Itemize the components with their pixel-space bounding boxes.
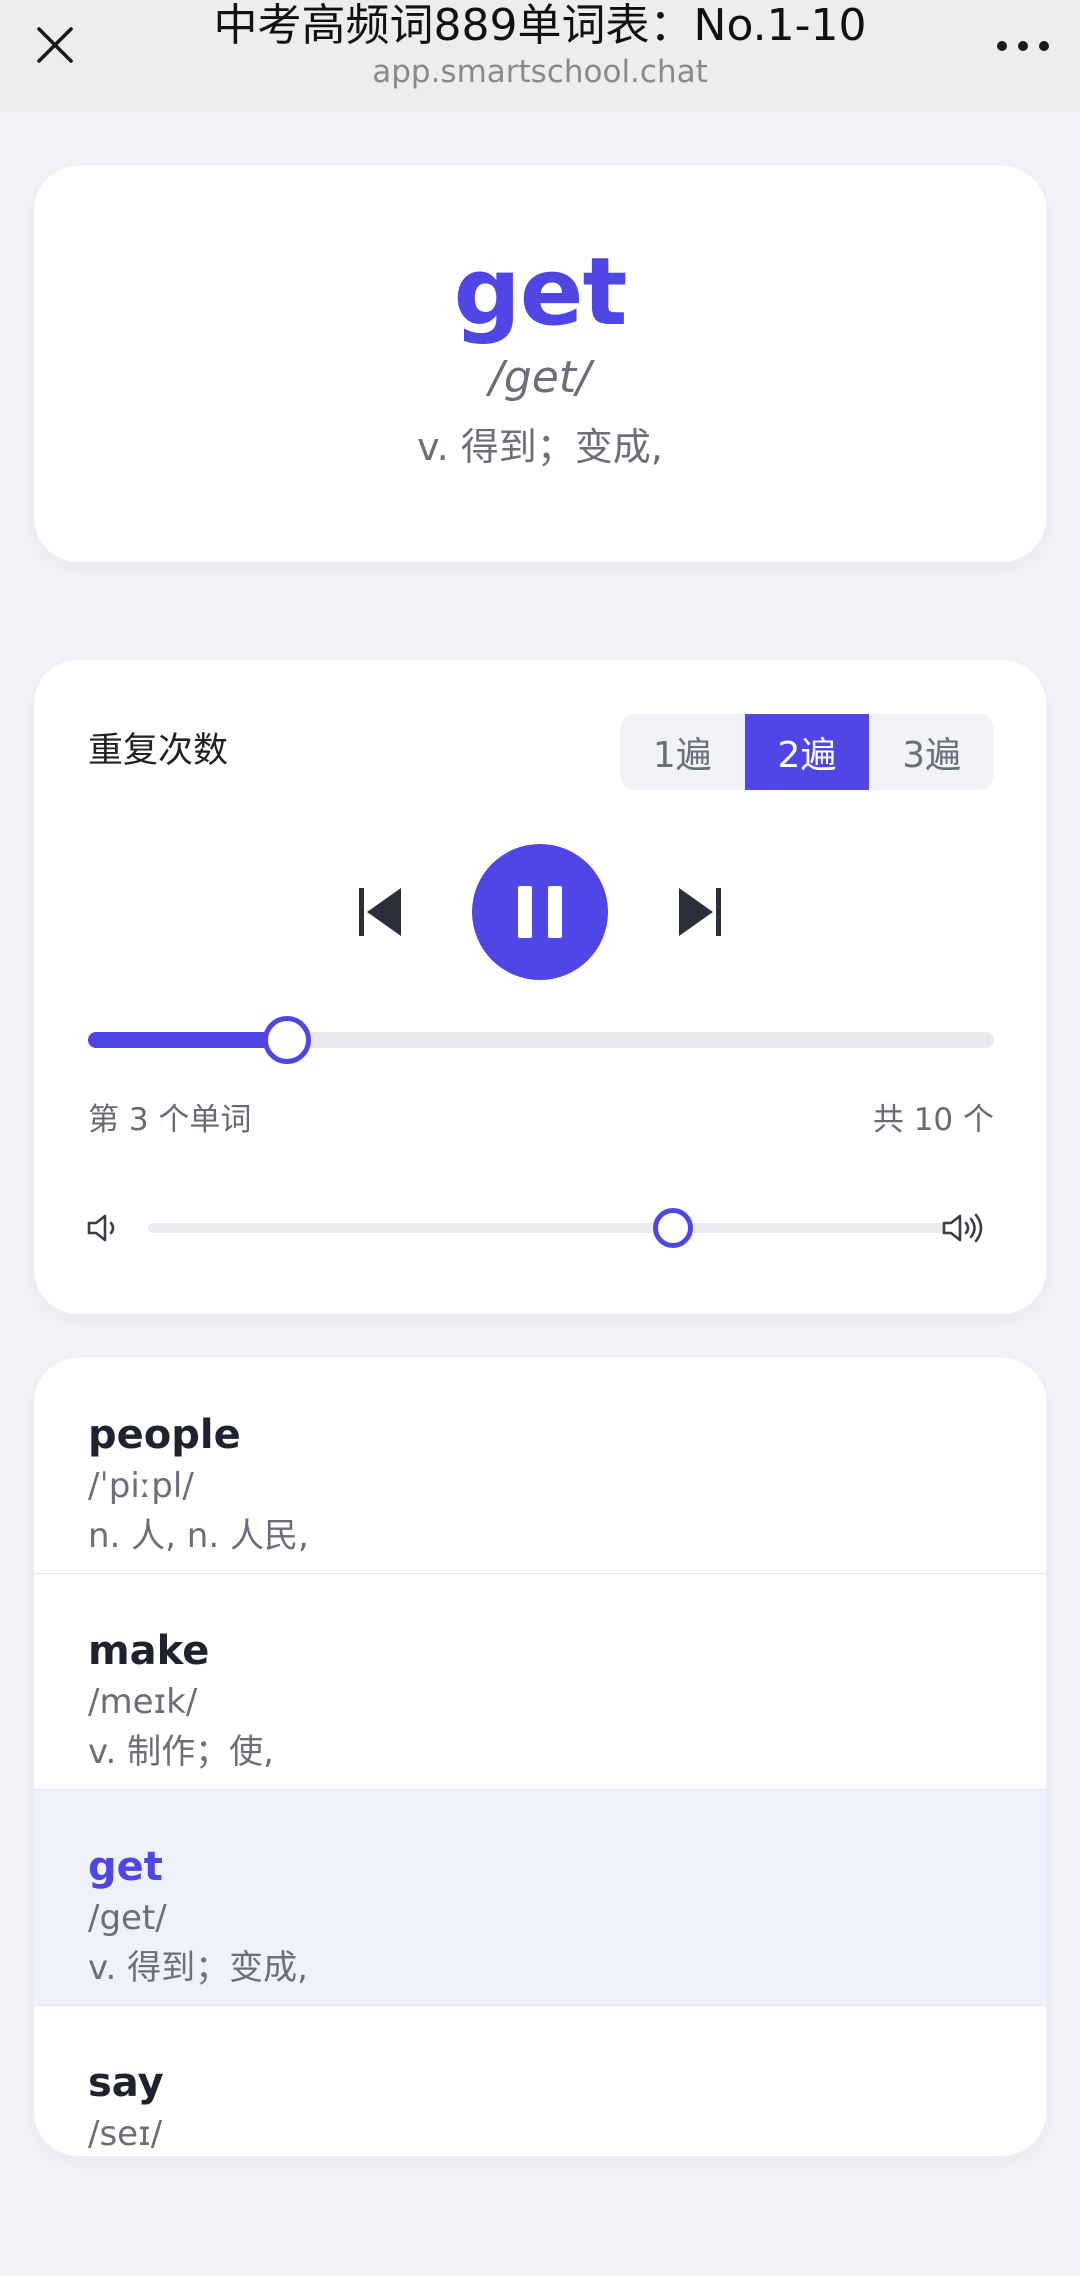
list-item-meaning: n. 人, n. 人民, <box>88 1516 309 1556</box>
skip-previous-icon <box>359 888 401 936</box>
list-item[interactable]: people /ˈpiːpl/ n. 人, n. 人民, <box>34 1358 1046 1574</box>
more-horizontal-icon <box>997 41 1049 51</box>
word-list-card: people /ˈpiːpl/ n. 人, n. 人民, make /meɪk/… <box>34 1358 1046 2156</box>
more-button[interactable] <box>988 18 1058 74</box>
list-item[interactable]: make /meɪk/ v. 制作；使, <box>34 1574 1046 1790</box>
volume-slider[interactable] <box>148 1208 944 1248</box>
list-item-word: get <box>88 1844 163 1890</box>
progress-fill <box>88 1032 288 1048</box>
current-word-meaning: v. 得到；变成, <box>417 425 663 469</box>
list-item[interactable]: say /seɪ/ <box>34 2006 1046 2156</box>
pause-icon <box>518 886 562 938</box>
volume-up-button[interactable] <box>938 1208 990 1248</box>
progress-thumb[interactable] <box>263 1016 312 1064</box>
progress-slider[interactable] <box>88 1016 994 1064</box>
word-total-text: 共 10 个 <box>872 1102 994 1138</box>
close-icon <box>37 27 73 63</box>
list-item-phonetic: /ˈpiːpl/ <box>88 1466 194 1506</box>
volume-high-icon <box>942 1213 983 1243</box>
list-item-word: make <box>88 1628 210 1674</box>
list-item-meaning: v. 得到；变成, <box>88 1948 308 1988</box>
skip-next-icon <box>679 888 721 936</box>
list-item-meaning: v. 制作；使, <box>88 1732 274 1772</box>
repeat-option-3[interactable]: 3遍 <box>869 714 994 790</box>
current-word-phonetic: /get/ <box>489 352 591 403</box>
player-card: 重复次数 1遍 2遍 3遍 第 3 个单词 共 10 个 <box>34 660 1046 1314</box>
list-item-phonetic: /seɪ/ <box>88 2114 163 2154</box>
next-button[interactable] <box>638 850 762 974</box>
list-item-active[interactable]: get /get/ v. 得到；变成, <box>34 1790 1046 2006</box>
title-block: 中考高频词889单词表：No.1-10 app.smartschool.chat <box>150 0 930 92</box>
top-bar: 中考高频词889单词表：No.1-10 app.smartschool.chat <box>0 0 1080 112</box>
page-url: app.smartschool.chat <box>372 54 708 90</box>
close-button[interactable] <box>24 14 86 76</box>
word-position-text: 第 3 个单词 <box>88 1102 252 1138</box>
repeat-option-2[interactable]: 2遍 <box>744 714 870 790</box>
current-word-card: get /get/ v. 得到；变成, <box>34 166 1046 562</box>
list-item-word: people <box>88 1412 241 1458</box>
volume-low-icon <box>87 1214 115 1242</box>
page-title: 中考高频词889单词表：No.1-10 <box>213 0 867 51</box>
current-word: get <box>453 238 628 347</box>
repeat-count-selector: 1遍 2遍 3遍 <box>620 714 994 790</box>
previous-button[interactable] <box>318 850 442 974</box>
list-item-phonetic: /get/ <box>88 1898 167 1938</box>
play-pause-button[interactable] <box>472 844 608 980</box>
list-item-phonetic: /meɪk/ <box>88 1682 198 1722</box>
volume-thumb[interactable] <box>653 1208 694 1248</box>
repeat-count-label: 重复次数 <box>88 731 229 771</box>
repeat-option-1[interactable]: 1遍 <box>620 714 745 790</box>
volume-down-button[interactable] <box>84 1208 124 1248</box>
list-item-word: say <box>88 2060 164 2106</box>
